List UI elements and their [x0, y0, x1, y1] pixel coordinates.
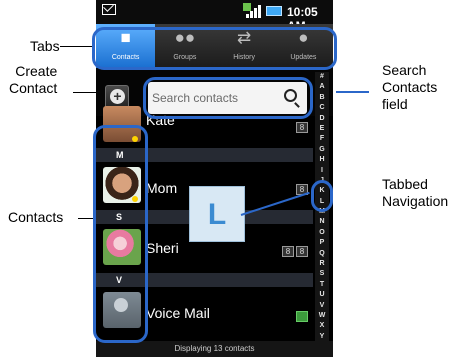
alphabet-letter[interactable]: D	[315, 114, 329, 124]
tabs-highlight	[92, 27, 337, 70]
contact-name: Mom	[146, 180, 178, 196]
alphabet-letter[interactable]: #	[315, 72, 329, 82]
search-highlight	[143, 77, 313, 119]
signal-icon	[246, 5, 261, 18]
contact-count: Displaying 13 contacts	[96, 341, 333, 357]
alphabet-letter[interactable]: R	[315, 259, 329, 269]
status-bar: 10:05 AM	[96, 0, 333, 33]
alphabet-letter[interactable]: A	[315, 82, 329, 92]
tabbed-navigation-highlight	[311, 180, 333, 212]
alphabet-letter[interactable]: E	[315, 124, 329, 134]
alphabet-letter[interactable]: S	[315, 269, 329, 279]
alphabet-letter[interactable]: W	[315, 311, 329, 321]
alphabet-letter[interactable]: N	[315, 217, 329, 227]
sim-icon: 8	[282, 246, 294, 257]
search-contacts-field-label: Search Contacts field	[382, 62, 438, 112]
voicemail-icon	[296, 311, 308, 322]
search-callout-line	[336, 91, 369, 93]
message-icon	[102, 4, 116, 15]
alphabet-letter[interactable]: P	[315, 238, 329, 248]
alphabet-letter[interactable]: U	[315, 290, 329, 300]
index-letter-popup: L	[189, 186, 245, 242]
alphabet-letter[interactable]: C	[315, 103, 329, 113]
tabs-pointer	[60, 46, 92, 47]
contact-name: Sheri	[146, 240, 179, 256]
alphabet-letter[interactable]: Q	[315, 249, 329, 259]
alphabet-letter[interactable]: X	[315, 321, 329, 331]
alphabet-letter[interactable]: I	[315, 166, 329, 176]
contacts-label: Contacts	[8, 209, 64, 225]
tabs-label: Tabs	[30, 38, 60, 54]
contacts-pointer	[78, 218, 93, 219]
battery-icon	[266, 6, 282, 16]
alphabet-letter[interactable]: T	[315, 280, 329, 290]
alphabet-letter[interactable]: H	[315, 155, 329, 165]
alphabet-letter[interactable]: F	[315, 134, 329, 144]
sim-icon: 8	[296, 122, 308, 133]
create-contact-label: Create Contact	[9, 63, 58, 96]
alphabet-letter[interactable]: V	[315, 301, 329, 311]
alphabet-letter[interactable]: G	[315, 145, 329, 155]
contacts-highlight	[93, 125, 148, 343]
alphabet-letter[interactable]: B	[315, 93, 329, 103]
contact-name: Voice Mail	[146, 305, 210, 321]
sim-icon: 8	[296, 246, 308, 257]
tabbed-navigation-label: Tabbed Navigation	[382, 176, 449, 209]
create-contact-pointer	[73, 92, 96, 93]
alphabet-letter[interactable]: O	[315, 228, 329, 238]
